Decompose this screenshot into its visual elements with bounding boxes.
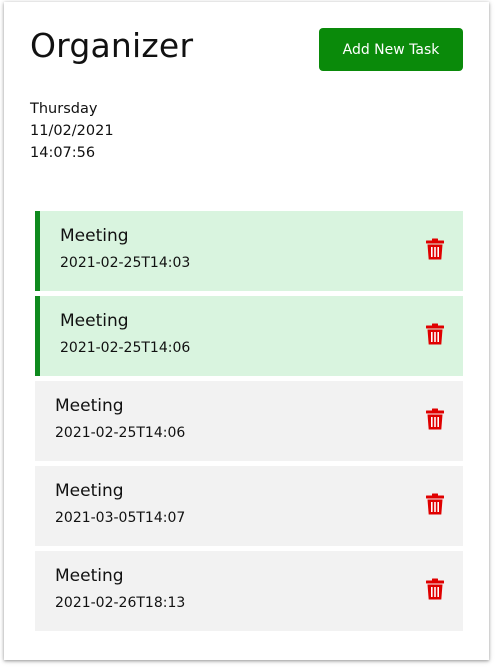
task-item[interactable]: Meeting 2021-02-25T14:06 [35, 381, 463, 461]
task-name: Meeting [60, 311, 129, 331]
trash-icon[interactable] [425, 493, 445, 515]
current-day: Thursday [30, 101, 98, 117]
trash-icon[interactable] [425, 323, 445, 345]
task-item[interactable]: Meeting 2021-03-05T14:07 [35, 466, 463, 546]
current-date: 11/02/2021 [30, 123, 114, 139]
task-list: Meeting 2021-02-25T14:03 Meeting 2021-02… [35, 211, 463, 636]
current-datetime: Thursday 11/02/2021 14:07:56 [30, 98, 114, 164]
task-item[interactable]: Meeting 2021-02-26T18:13 [35, 551, 463, 631]
task-name: Meeting [55, 396, 124, 416]
task-name: Meeting [55, 566, 124, 586]
trash-icon[interactable] [425, 578, 445, 600]
task-datetime: 2021-02-25T14:06 [55, 425, 186, 441]
task-datetime: 2021-03-05T14:07 [55, 510, 186, 526]
task-datetime: 2021-02-26T18:13 [55, 595, 186, 611]
organizer-card: Organizer Add New Task Thursday 11/02/20… [4, 2, 489, 660]
task-item[interactable]: Meeting 2021-02-25T14:03 [35, 211, 463, 291]
page-title: Organizer [30, 26, 194, 65]
trash-icon[interactable] [425, 238, 445, 260]
trash-icon[interactable] [425, 408, 445, 430]
current-time: 14:07:56 [30, 145, 96, 161]
task-datetime: 2021-02-25T14:03 [60, 255, 191, 271]
task-name: Meeting [55, 481, 124, 501]
task-datetime: 2021-02-25T14:06 [60, 340, 191, 356]
task-item[interactable]: Meeting 2021-02-25T14:06 [35, 296, 463, 376]
task-name: Meeting [60, 226, 129, 246]
add-new-task-button[interactable]: Add New Task [319, 28, 463, 71]
